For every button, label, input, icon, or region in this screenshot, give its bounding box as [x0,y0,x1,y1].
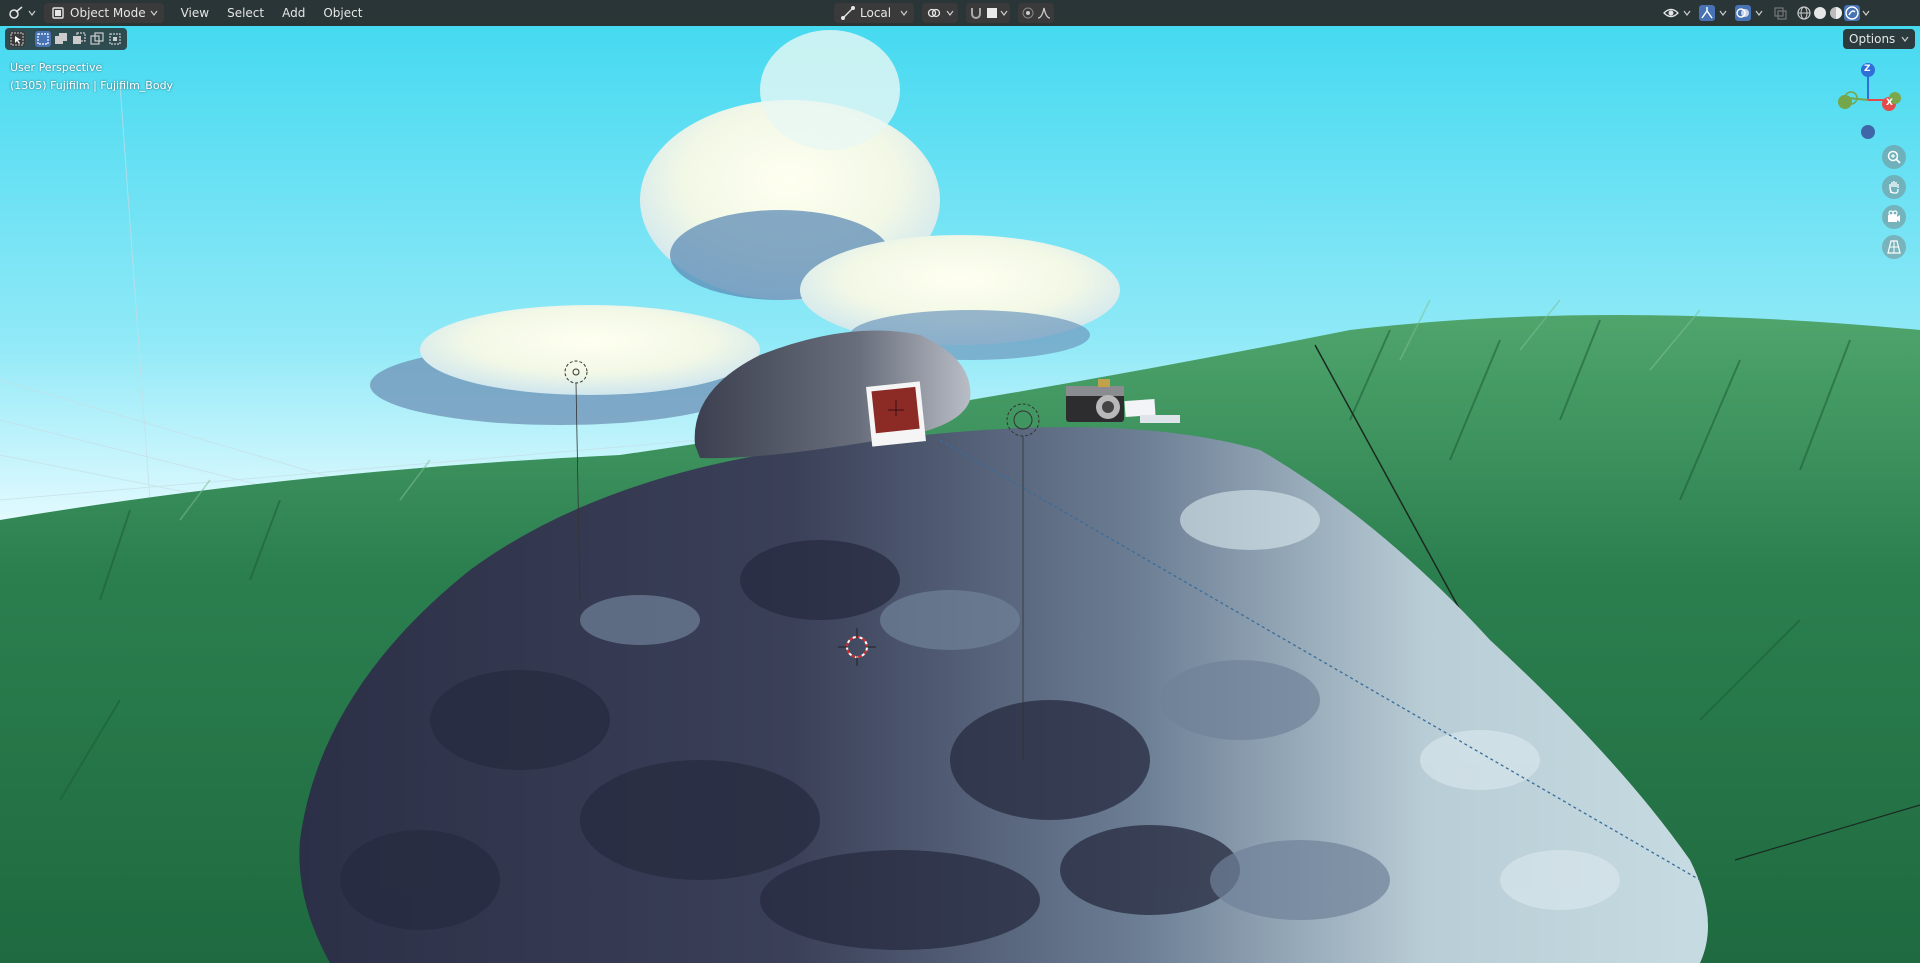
viewport-header: Object Mode View Select Add Object Local [0,0,1920,26]
blender-3d-viewport[interactable]: Object Mode View Select Add Object Local [0,0,1920,963]
mode-label: Object Mode [70,6,146,20]
view-name-label: User Perspective [10,61,103,74]
menu-view[interactable]: View [172,3,218,23]
editor-type-button[interactable] [4,3,40,23]
axis-x-label[interactable]: X [1886,98,1893,108]
menu-add[interactable]: Add [273,3,314,23]
chevron-down-icon [1683,10,1691,16]
tool-settings-bar [5,28,127,50]
menu-select[interactable]: Select [218,3,273,23]
zoom-icon [1887,150,1901,164]
mode-selector[interactable]: Object Mode [44,3,164,23]
mode-new-icon[interactable] [35,31,51,47]
mode-subtract-icon[interactable] [71,31,87,47]
gizmo-toggle[interactable] [1696,3,1730,23]
shading-material-icon[interactable] [1828,5,1844,21]
proportional-edit-icon[interactable] [1020,5,1036,21]
chevron-down-icon [946,10,954,16]
object-info-label: (1305) Fujifilm | Fujifilm_Body [10,79,174,92]
orientation-icon [841,6,855,20]
camera-view-button[interactable] [1882,205,1906,229]
chevron-down-icon [1901,36,1909,42]
camera-view-icon [1888,210,1900,222]
snap-magnet-icon[interactable] [968,5,984,21]
chevron-down-icon [1755,10,1763,16]
gizmo-icon [1699,5,1715,21]
proportional-edit-group [1018,3,1054,23]
falloff-curve-icon[interactable] [1036,5,1052,21]
chevron-down-icon [28,10,36,16]
axis-z-label[interactable]: Z [1864,64,1871,74]
object-visibility-button[interactable] [1660,3,1694,23]
visibility-icon [1663,8,1679,18]
chevron-down-icon [1719,10,1727,16]
snapping-group [966,3,1010,23]
zoom-button[interactable] [1882,145,1906,169]
pivot-icon [927,8,941,18]
xray-icon[interactable] [1772,5,1788,21]
options-button[interactable]: Options [1843,29,1916,49]
orientation-label: Local [860,6,892,20]
chevron-down-icon[interactable] [1862,9,1870,17]
mode-difference-icon[interactable] [89,31,105,47]
menu-object[interactable]: Object [314,3,371,23]
mode-intersect-icon[interactable] [107,31,123,47]
object-mode-icon [52,7,64,19]
perspective-toggle-button[interactable] [1882,235,1906,259]
options-label: Options [1849,32,1896,46]
transform-orientation-selector[interactable]: Local [834,3,914,23]
pan-button[interactable] [1882,175,1906,199]
chevron-down-icon [150,10,158,16]
overlay-toggle[interactable] [1732,3,1766,23]
shading-mode-group [1794,3,1872,23]
mode-extend-icon[interactable] [53,31,69,47]
viewport-scene[interactable] [0,0,1920,963]
chevron-down-icon [900,10,908,16]
pan-hand-icon [1889,181,1899,194]
snap-square-icon[interactable] [984,5,1000,21]
shading-wireframe-icon[interactable] [1796,5,1812,21]
overlay-icon [1735,5,1751,21]
editor-type-icon [9,6,23,19]
shading-solid-icon[interactable] [1812,5,1828,21]
shading-rendered-icon[interactable] [1844,5,1860,21]
polaroid-photo [866,381,926,447]
perspective-grid-icon [1887,240,1901,254]
select-box-icon[interactable] [9,31,25,47]
chevron-down-icon[interactable] [1000,9,1008,17]
pivot-point-selector[interactable] [922,3,958,23]
